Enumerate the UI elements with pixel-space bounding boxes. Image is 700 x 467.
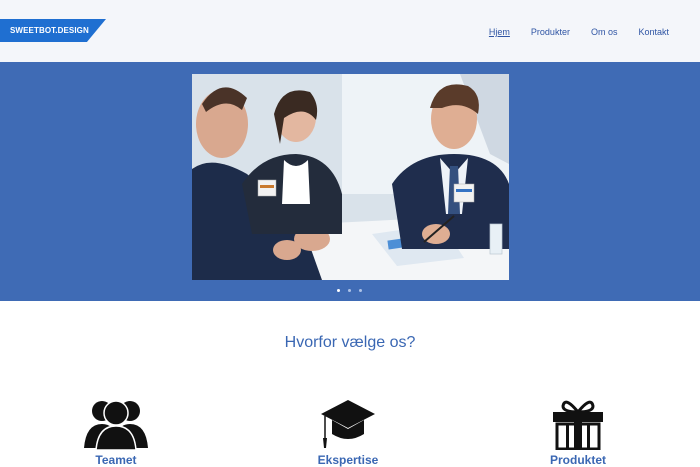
feature-produktet[interactable]: Produktet bbox=[508, 398, 648, 467]
main-nav: Hjem Produkter Om os Kontakt bbox=[468, 26, 669, 38]
business-meeting-photo bbox=[192, 74, 509, 280]
hero-carousel bbox=[0, 62, 700, 301]
carousel-dot-2[interactable] bbox=[348, 289, 351, 292]
carousel-indicators bbox=[337, 289, 362, 292]
feature-ekspertise[interactable]: Ekspertise bbox=[278, 398, 418, 467]
hero-photo bbox=[192, 74, 509, 280]
carousel-dot-1[interactable] bbox=[337, 289, 340, 292]
feature-teamet[interactable]: Teamet bbox=[46, 398, 186, 467]
nav-link-produkter[interactable]: Produkter bbox=[531, 27, 570, 37]
feature-label-teamet: Teamet bbox=[95, 453, 137, 467]
team-icon bbox=[84, 400, 148, 450]
graduation-cap-icon bbox=[321, 400, 375, 448]
nav-link-kontakt[interactable]: Kontakt bbox=[638, 27, 669, 37]
gift-icon bbox=[553, 400, 603, 450]
section-heading: Hvorfor vælge os? bbox=[284, 334, 416, 351]
nav-link-hjem[interactable]: Hjem bbox=[489, 27, 510, 37]
site-logo[interactable]: SWEETBOT.DESIGN bbox=[0, 19, 106, 42]
nav-link-om-os[interactable]: Om os bbox=[591, 27, 618, 37]
carousel-dot-3[interactable] bbox=[359, 289, 362, 292]
feature-label-ekspertise: Ekspertise bbox=[317, 453, 379, 467]
site-header: SWEETBOT.DESIGN Hjem Produkter Om os Kon… bbox=[0, 0, 700, 62]
feature-label-produktet: Produktet bbox=[549, 453, 606, 467]
